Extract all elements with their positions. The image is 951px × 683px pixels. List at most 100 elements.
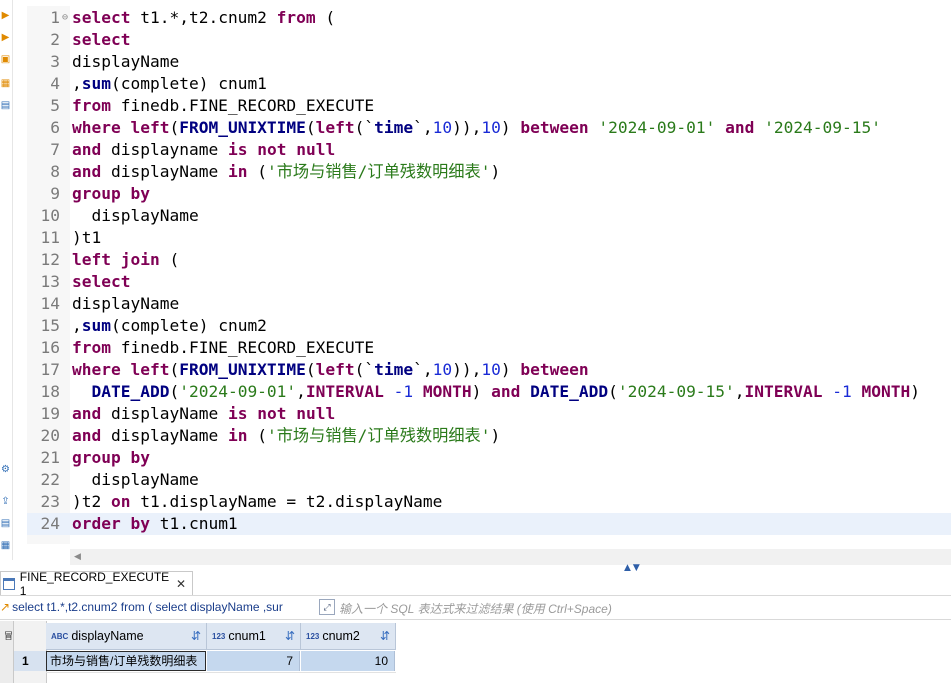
code-line[interactable]: 12 left join ( [27, 249, 951, 271]
code-line[interactable]: 13 select [27, 271, 951, 293]
row-number[interactable]: 1 [14, 651, 46, 671]
code-text: )t1 [72, 227, 101, 249]
table-cell-displayname[interactable]: 市场与销售/订单残数明细表 [46, 651, 206, 671]
code-token: ) [490, 426, 501, 445]
column-header-displayname[interactable]: ABC displayName ⇵ [46, 623, 207, 650]
filter-sort-icon[interactable]: ⇵ [380, 629, 390, 643]
filter-sort-icon[interactable]: ⇵ [191, 629, 201, 643]
code-token: displayName [72, 206, 199, 225]
code-token: and [72, 404, 102, 423]
code-token: finedb.FINE_RECORD_EXECUTE [110, 96, 375, 115]
code-token: order by [72, 514, 150, 533]
save-icon[interactable]: ▤ [0, 516, 11, 530]
code-line[interactable]: 19 and displayName is not null [27, 403, 951, 425]
text-type-icon: ABC [51, 631, 69, 641]
code-token: ( [608, 382, 618, 401]
result-grid[interactable]: 冒 ABC displayName ⇵ 123 cnum1 ⇵ 123 cnum… [0, 621, 951, 683]
code-token: `, [413, 118, 433, 137]
code-line[interactable]: 3 displayName [27, 51, 951, 73]
code-token: in [227, 162, 248, 181]
code-token: left [315, 118, 355, 137]
code-line[interactable]: 10 displayName [27, 205, 951, 227]
table-cell-cnum1[interactable]: 7 [207, 651, 300, 671]
code-token: between [520, 360, 589, 379]
explain-plan-icon[interactable]: ▦ [0, 76, 11, 90]
line-number: 24 [40, 514, 61, 533]
format-icon[interactable]: ▦ [0, 538, 11, 552]
tab-results[interactable]: FINE_RECORD_EXECUTE 1 ✕ [0, 569, 193, 598]
code-line[interactable]: 2 select [27, 29, 951, 51]
execute-statement-icon[interactable]: ▶ [0, 30, 11, 44]
line-number: 19 [40, 404, 61, 423]
code-line[interactable]: 9 group by [27, 183, 951, 205]
code-token: (complete) cnum1 [111, 74, 267, 93]
close-icon[interactable]: ✕ [176, 577, 186, 591]
code-line[interactable]: 21 group by [27, 447, 951, 469]
code-token: , [72, 74, 82, 93]
expand-filter-icon[interactable]: ⤢ [319, 599, 335, 615]
number-type-icon: 123 [212, 631, 226, 641]
code-token: t1.*,t2.cnum2 [130, 8, 277, 27]
column-header-cnum1[interactable]: 123 cnum1 ⇵ [207, 623, 301, 650]
code-line[interactable]: 11)t1 [27, 227, 951, 249]
scroll-left-icon[interactable]: ◀ [74, 552, 81, 562]
code-line[interactable]: 18 DATE_ADD('2024-09-01',INTERVAL -1 MON… [27, 381, 951, 403]
sql-editor[interactable]: 1 ⊖ select t1.*,t2.cnum2 from (2 select 3 dis… [27, 6, 951, 544]
code-line[interactable]: 5 from finedb.FINE_RECORD_EXECUTE [27, 95, 951, 117]
fold-toggle-icon[interactable]: ⊖ [60, 7, 70, 29]
code-token: select [72, 8, 131, 27]
code-line[interactable]: 23)t2 on t1.displayName = t2.displayName [27, 491, 951, 513]
export-icon[interactable]: ⇪ [0, 494, 11, 508]
code-token: (complete) cnum2 [111, 316, 267, 335]
line-number: 6 [50, 118, 60, 137]
code-token: '2024-09-01' [598, 118, 716, 137]
execute-icon[interactable]: ▶ [0, 8, 11, 22]
settings-icon[interactable]: ⚙ [0, 462, 11, 476]
code-line[interactable]: 24 order by t1.cnum1 [27, 513, 951, 535]
code-token: FROM_UNIXTIME [179, 118, 306, 137]
code-token: left [130, 118, 170, 137]
code-token: , [734, 382, 745, 401]
code-line[interactable]: 7 and displayname is not null [27, 139, 951, 161]
code-text: displayName [72, 469, 198, 491]
code-line[interactable]: 8 and displayName in ('市场与销售/订单残数明细表') [27, 161, 951, 183]
code-line[interactable]: 17 where left(FROM_UNIXTIME(left(`time`,1… [27, 359, 951, 381]
code-token: ( [169, 118, 180, 137]
code-text: DATE_ADD('2024-09-01',INTERVAL -1 MONTH)… [72, 381, 921, 403]
code-text: ,sum(complete) cnum2 [72, 315, 267, 337]
code-text: where left(FROM_UNIXTIME(left(`time`,10)… [72, 359, 589, 381]
code-token: t1.cnum1 [149, 514, 238, 533]
code-text: from finedb.FINE_RECORD_EXECUTE [72, 337, 374, 359]
grid-side-panel[interactable]: 冒 [0, 621, 14, 683]
code-line[interactable]: 16 from finedb.FINE_RECORD_EXECUTE [27, 337, 951, 359]
tab-results-label: FINE_RECORD_EXECUTE 1 [19, 569, 170, 598]
execute-script-icon[interactable]: ▣ [0, 52, 11, 66]
code-text: select [72, 29, 130, 51]
code-line[interactable]: 20 and displayName in ('市场与销售/订单残数明细表') [27, 425, 951, 447]
column-header-label: cnum1 [228, 629, 266, 643]
table-cell-cnum2[interactable]: 10 [301, 651, 395, 671]
filter-input[interactable]: 输入一个 SQL 表达式来过滤结果 (使用 Ctrl+Space) [339, 600, 612, 617]
code-line[interactable]: 22 displayName [27, 469, 951, 491]
code-line[interactable]: 4 ,sum(complete) cnum1 [27, 73, 951, 95]
code-token: '2024-09-01' [179, 382, 297, 401]
table-icon [3, 577, 15, 590]
code-token: FROM_UNIXTIME [179, 360, 306, 379]
code-token: DATE_ADD [530, 382, 609, 401]
filter-sort-icon[interactable]: ⇵ [285, 629, 295, 643]
code-line[interactable]: 1 ⊖ select t1.*,t2.cnum2 from ( [27, 7, 951, 29]
query-preview[interactable]: ↗ select t1.*,t2.cnum2 from ( select disp… [0, 600, 314, 614]
code-line[interactable]: 14 displayName [27, 293, 951, 315]
code-text: left join ( [72, 249, 179, 271]
column-header-cnum2[interactable]: 123 cnum2 ⇵ [301, 623, 396, 650]
code-token: ) [471, 382, 492, 401]
editor-horizontal-scrollbar[interactable] [70, 549, 951, 565]
code-line[interactable]: 15 ,sum(complete) cnum2 [27, 315, 951, 337]
code-token: and [72, 162, 102, 181]
new-tab-icon[interactable]: ▤ [0, 98, 11, 112]
code-line[interactable]: 6 where left(FROM_UNIXTIME(left(`time`,10… [27, 117, 951, 139]
code-token: not [257, 140, 287, 159]
